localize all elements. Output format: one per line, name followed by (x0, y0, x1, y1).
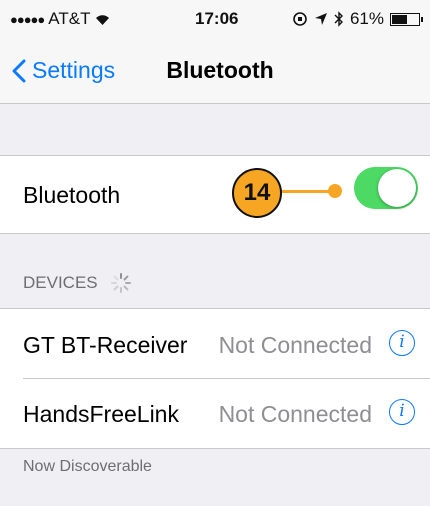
orientation-lock-icon (293, 12, 307, 26)
signal-dots-icon: ●●●●● (10, 11, 45, 27)
battery-icon (390, 12, 423, 26)
devices-list: GT BT-Receiver Not Connected i HandsFree… (0, 308, 430, 449)
loading-spinner-icon (110, 273, 131, 293)
device-status: Not Connected (218, 401, 372, 427)
info-icon[interactable]: i (389, 399, 415, 425)
status-time: 17:06 (195, 9, 239, 28)
battery-percent: 61% (349, 9, 384, 28)
info-icon[interactable]: i (389, 330, 415, 356)
status-right-group: 61% (292, 9, 423, 29)
bluetooth-row-label: Bluetooth (23, 182, 121, 208)
callout-dot (328, 184, 342, 198)
device-name: HandsFreeLink (23, 401, 179, 427)
devices-header-label: DEVICES (23, 273, 98, 292)
carrier-group: ●●●●● AT&T (10, 9, 111, 29)
wifi-icon (96, 14, 110, 25)
navigation-bar: Settings Bluetooth (0, 38, 430, 104)
callout-line (281, 190, 331, 193)
battery-level (392, 14, 407, 24)
device-row[interactable]: GT BT-Receiver Not Connected i (0, 309, 430, 378)
location-icon (314, 13, 327, 25)
device-row[interactable]: HandsFreeLink Not Connected i (0, 379, 430, 448)
device-name: GT BT-Receiver (23, 332, 188, 358)
status-bar: ●●●●● AT&T 17:06 61% (0, 0, 430, 38)
device-status: Not Connected (218, 332, 372, 358)
callout-number-badge: 14 (232, 168, 282, 218)
bluetooth-status-icon (334, 11, 343, 27)
bluetooth-toggle[interactable] (354, 167, 418, 209)
page-title: Bluetooth (166, 57, 274, 83)
carrier-name: AT&T (48, 9, 91, 28)
toggle-knob (378, 169, 416, 207)
discoverable-footer: Now Discoverable (23, 458, 152, 475)
devices-section-header: DEVICES (23, 272, 132, 294)
